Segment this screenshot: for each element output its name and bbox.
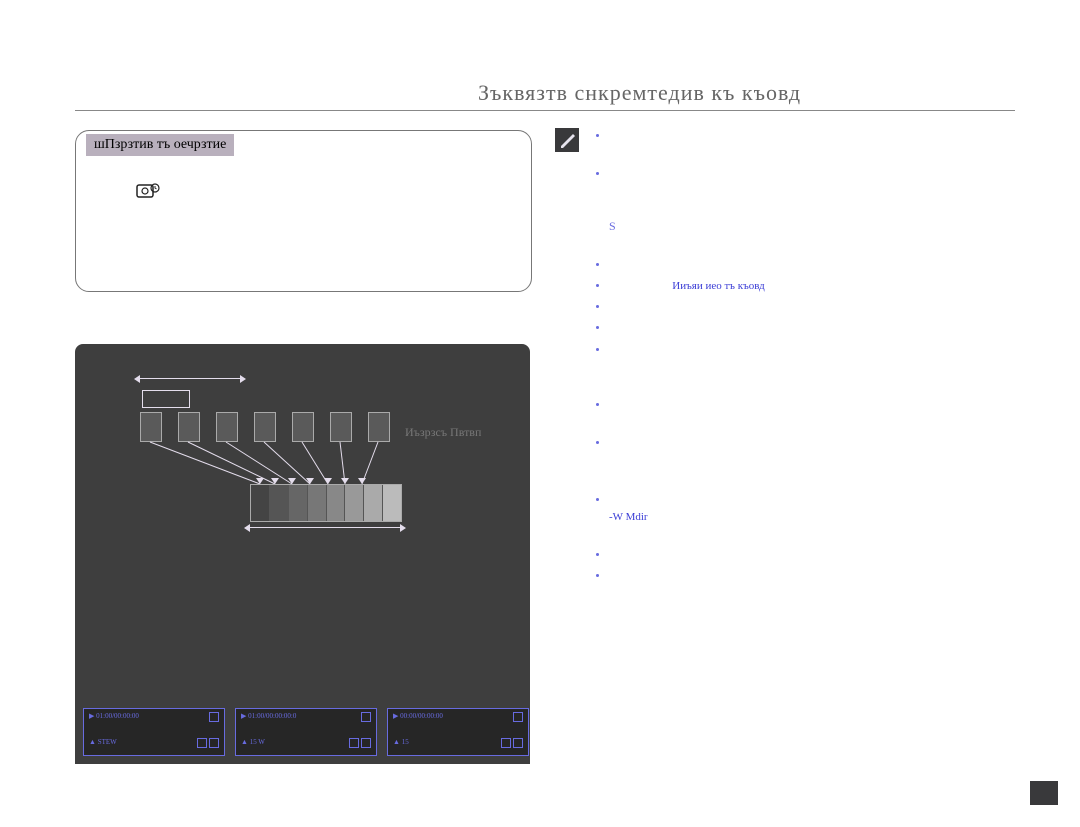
thumbnail: ▶ 00:00/00:00:00 ▲ 15 [387, 708, 529, 756]
notes-list: S Ииъяи иео тъ къовд -W Mdir [595, 128, 1005, 589]
source-frame [140, 412, 162, 442]
result-strip [250, 484, 402, 522]
page-number [1030, 781, 1058, 805]
source-frame [368, 412, 390, 442]
interval-box [142, 390, 190, 408]
callout-title: шПзрзтив тъ оечрзтие [86, 134, 234, 156]
source-frame [330, 412, 352, 442]
source-frame [216, 412, 238, 442]
note-item [609, 397, 1005, 431]
timer-camera-icon [136, 181, 160, 207]
note-item [609, 435, 1005, 486]
source-frame [292, 412, 314, 442]
note-item: Ииъяи иео тъ къовд [609, 278, 1005, 295]
timelapse-diagram: Иъзрзсъ Пвтвп [110, 364, 490, 554]
output-label: Иъзрзсъ Пвтвп [405, 424, 481, 441]
page-title: Зъквязтв снкремтедив къ къовд [478, 80, 801, 106]
source-frame [178, 412, 200, 442]
thumbnail: ▶ 01:00/00:00:00:0 ▲ 15 W [235, 708, 377, 756]
diagram-panel: Иъзрзсъ Пвтвп [75, 344, 530, 764]
interval-span-arrow [140, 368, 240, 384]
thumbnail-row: ▶ 01:00/00:00:00 ▲ STEW ▶ 01:00/00:00:00… [83, 708, 529, 756]
output-span-arrow [250, 524, 400, 540]
note-item [609, 547, 1005, 564]
note-item [609, 568, 1005, 585]
note-item: S [609, 166, 1005, 253]
source-frame [254, 412, 276, 442]
note-item [609, 257, 1005, 274]
thumbnail: ▶ 01:00/00:00:00 ▲ STEW [83, 708, 225, 756]
divider [75, 110, 1015, 111]
note-item [609, 128, 1005, 162]
callout-box: шПзрзтив тъ оечрзтие [75, 130, 532, 292]
note-item: -W Mdir [609, 490, 1005, 543]
note-item [609, 320, 1005, 337]
note-icon [555, 128, 579, 152]
note-item [609, 299, 1005, 316]
note-item [609, 342, 1005, 393]
manual-page: Зъквязтв снкремтедив къ къовд шПзрзтив т… [0, 0, 1080, 827]
